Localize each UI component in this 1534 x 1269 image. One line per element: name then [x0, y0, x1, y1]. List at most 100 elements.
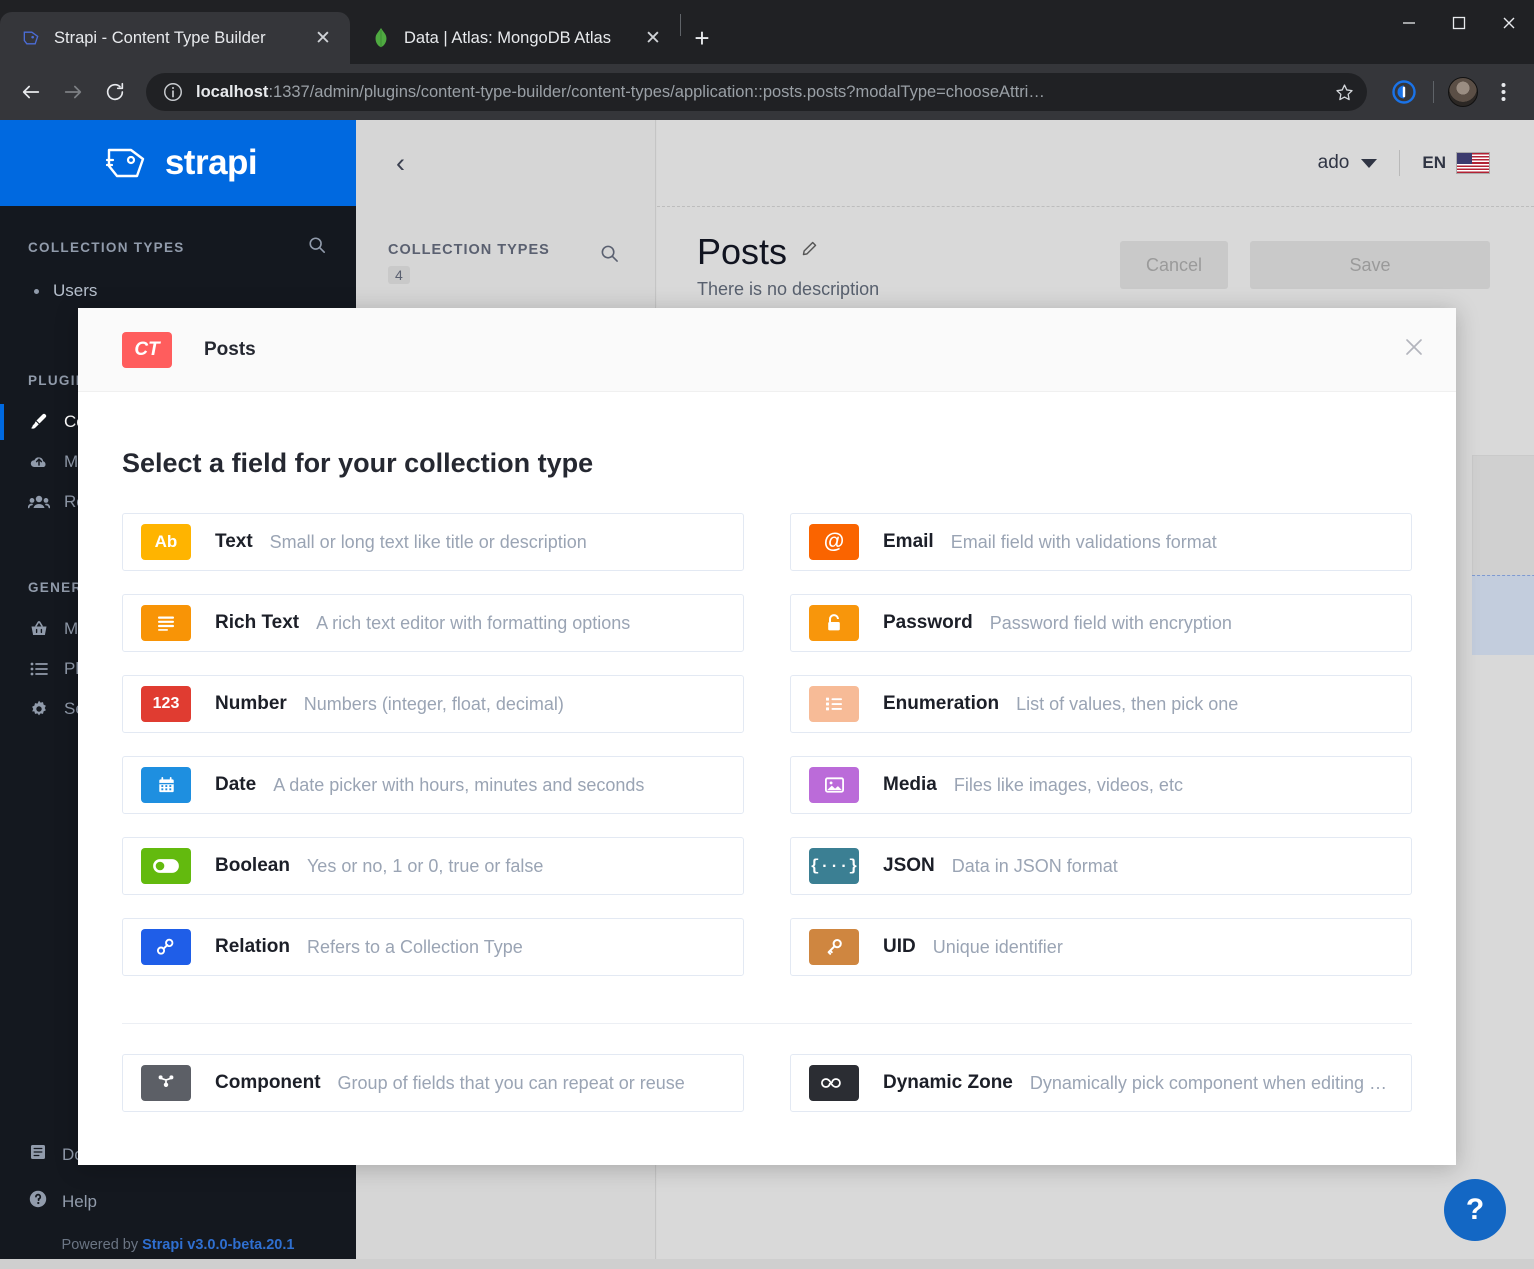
page-bottom-edge [0, 1259, 1534, 1269]
page-title-text: Posts [697, 231, 788, 272]
collection-types-header: COLLECTION TYPES [0, 206, 356, 259]
enumeration-field-icon [809, 686, 859, 722]
field-card-rich-text[interactable]: Rich Text A rich text editor with format… [122, 594, 744, 652]
field-card-label: Date [215, 774, 257, 795]
reload-button[interactable] [96, 73, 134, 111]
field-card-description: Dynamically pick component when editing … [1029, 1072, 1388, 1093]
field-card-password[interactable]: Password Password field with encryption [790, 594, 1412, 652]
field-card-description: Small or long text like title or descrip… [269, 531, 587, 552]
browser-window: Strapi - Content Type Builder ✕ Data | A… [0, 0, 1534, 1269]
content-placeholder [1472, 455, 1534, 585]
address-bar[interactable]: localhost:1337/admin/plugins/content-typ… [146, 73, 1367, 111]
field-card-label: UID [883, 936, 916, 957]
field-card-component[interactable]: Component Group of fields that you can r… [122, 1054, 744, 1112]
field-card-email[interactable]: @ Email Email field with validations for… [790, 513, 1412, 571]
collapse-bar: ‹ [356, 120, 655, 206]
minimize-icon[interactable] [1384, 0, 1434, 46]
modal-divider [122, 1023, 1412, 1024]
boolean-field-icon [141, 848, 191, 884]
browser-menu-icon[interactable] [1484, 73, 1522, 111]
brand-name: strapi [164, 143, 258, 182]
field-card-enumeration[interactable]: Enumeration List of values, then pick on… [790, 675, 1412, 733]
field-card-json[interactable]: {···} JSON Data in JSON format [790, 837, 1412, 895]
field-card-dynamic-zone[interactable]: Dynamic Zone Dynamically pick component … [790, 1054, 1412, 1112]
mongodb-leaf-icon [370, 27, 392, 49]
content-placeholder-highlight [1472, 575, 1534, 655]
collection-types-panel-title: COLLECTION TYPES [388, 242, 550, 258]
field-card-description: Numbers (integer, float, decimal) [303, 693, 564, 714]
field-card-description: Files like images, videos, etc [953, 774, 1183, 795]
back-button[interactable] [12, 73, 50, 111]
window-close-icon[interactable] [1484, 0, 1534, 46]
field-card-description: Yes or no, 1 or 0, true or false [306, 855, 544, 876]
special-field-grid: Component Group of fields that you can r… [122, 1054, 1412, 1135]
us-flag-icon [1456, 152, 1490, 174]
modal-body: Select a field for your collection type … [78, 392, 1456, 1135]
user-menu[interactable]: ado [1318, 152, 1378, 174]
field-card-description: Data in JSON format [951, 855, 1118, 876]
password-manager-icon[interactable] [1385, 73, 1423, 111]
strapi-logo[interactable]: strapi [0, 120, 356, 206]
cloud-upload-icon [28, 451, 50, 473]
field-card-label: Component [215, 1072, 321, 1093]
cancel-button[interactable]: Cancel [1119, 241, 1228, 289]
strapi-version[interactable]: Strapi v3.0.0-beta.20.1 [142, 1237, 294, 1253]
page-actions: Cancel Save [1119, 231, 1490, 289]
tab-title: Data | Atlas: MongoDB Atlas [404, 28, 611, 47]
modal-header: CT Posts [78, 308, 1456, 392]
field-type-grid: Ab Text Small or long text like title or… [122, 513, 1412, 999]
language-label[interactable]: EN [1422, 153, 1446, 173]
text-field-icon: Ab [141, 524, 191, 560]
close-icon[interactable]: ✕ [640, 25, 666, 51]
page-header: Posts There is no description Cancel Sav… [657, 207, 1534, 300]
field-card-media[interactable]: Media Files like images, videos, etc [790, 756, 1412, 814]
strapi-mark-icon [105, 148, 145, 178]
collection-types-title: COLLECTION TYPES [28, 240, 185, 255]
choose-attribute-modal: CT Posts Select a field for your collect… [78, 308, 1456, 1165]
modal-content-type-name: Posts [204, 338, 256, 360]
browser-tab-mongodb[interactable]: Data | Atlas: MongoDB Atlas ✕ [350, 12, 680, 64]
bookmark-star-icon[interactable] [1327, 75, 1361, 109]
save-button[interactable]: Save [1250, 241, 1490, 289]
book-icon [28, 1142, 48, 1167]
field-card-boolean[interactable]: Boolean Yes or no, 1 or 0, true or false [122, 837, 744, 895]
field-card-description: A rich text editor with formatting optio… [316, 612, 631, 633]
new-tab-button[interactable]: + [681, 17, 723, 59]
search-icon[interactable] [308, 236, 326, 259]
uid-field-icon [809, 929, 859, 965]
field-card-date[interactable]: Date A date picker with hours, minutes a… [122, 756, 744, 814]
search-icon[interactable] [600, 244, 619, 268]
field-card-description: Password field with encryption [989, 612, 1232, 633]
close-icon[interactable] [1402, 335, 1426, 364]
strapi-app: strapi COLLECTION TYPES Users PLUGINS GE… [0, 120, 1534, 1269]
list-icon [28, 658, 50, 680]
help-button[interactable]: ? [1444, 1179, 1506, 1241]
sidebar-item-help[interactable]: Help [0, 1178, 356, 1225]
brush-icon [28, 411, 50, 433]
field-card-uid[interactable]: UID Unique identifier [790, 918, 1412, 976]
field-card-relation[interactable]: Relation Refers to a Collection Type [122, 918, 744, 976]
url-text: localhost:1337/admin/plugins/content-typ… [196, 83, 1327, 102]
tab-title: Strapi - Content Type Builder [54, 28, 266, 47]
number-field-icon: 123 [141, 686, 191, 722]
field-card-label: Dynamic Zone [883, 1072, 1013, 1093]
forward-button[interactable] [54, 73, 92, 111]
chevron-left-icon[interactable]: ‹ [396, 148, 405, 179]
field-card-description: A date picker with hours, minutes and se… [273, 774, 645, 795]
browser-tab-strapi[interactable]: Strapi - Content Type Builder ✕ [0, 12, 350, 64]
field-card-text[interactable]: Ab Text Small or long text like title or… [122, 513, 744, 571]
json-field-icon: {···} [809, 848, 859, 884]
close-icon[interactable]: ✕ [310, 25, 336, 51]
sidebar-item-label: Help [62, 1191, 97, 1211]
basket-icon [28, 618, 50, 640]
field-card-description: List of values, then pick one [1016, 693, 1239, 714]
maximize-icon[interactable] [1434, 0, 1484, 46]
url-host: localhost [196, 82, 269, 101]
site-info-icon[interactable] [162, 81, 184, 103]
avatar[interactable] [1444, 73, 1482, 111]
field-card-number[interactable]: 123 Number Numbers (integer, float, deci… [122, 675, 744, 733]
page-description: There is no description [697, 279, 880, 299]
sidebar-item-users[interactable]: Users [0, 273, 356, 309]
question-circle-icon [28, 1189, 48, 1214]
pencil-icon[interactable] [799, 240, 818, 265]
